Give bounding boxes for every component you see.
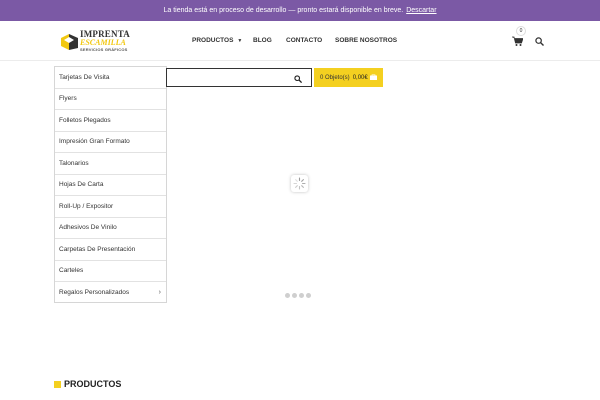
- category-item[interactable]: Carpetas De Presentación: [55, 239, 166, 261]
- loading-spinner-icon: [293, 177, 306, 190]
- cart-items-count: 0 Objeto(s): [320, 74, 350, 81]
- site-header: IMPRENTA ESCAMILLA SERVICIOS GRÁFICOS PR…: [0, 21, 600, 61]
- search-submit-icon[interactable]: [294, 75, 302, 83]
- category-item[interactable]: Roll-Up / Expositor: [55, 196, 166, 218]
- slider-dot[interactable]: [299, 293, 304, 298]
- slider-dot[interactable]: [306, 293, 311, 298]
- search-icon[interactable]: [535, 37, 544, 46]
- cart-count-badge: 0: [516, 26, 526, 36]
- nav-productos[interactable]: PRODUCTOS ▼: [192, 37, 242, 44]
- cart-total: 0,00€: [352, 74, 368, 81]
- bag-icon: [370, 74, 377, 80]
- mini-cart-button[interactable]: 0 Objeto(s) 0,00€: [314, 68, 383, 87]
- category-item[interactable]: Hojas De Carta: [55, 175, 166, 196]
- product-search-field: [166, 68, 312, 90]
- category-item-regalos[interactable]: Regalos Personalizados ›: [55, 282, 166, 304]
- nav-productos-label: PRODUCTOS: [192, 37, 234, 44]
- loading-spinner: [291, 175, 308, 192]
- category-item[interactable]: Folletos Plegados: [55, 110, 166, 132]
- nav-sobre-nosotros[interactable]: SOBRE NOSOTROS: [335, 37, 397, 44]
- category-item[interactable]: Flyers: [55, 89, 166, 110]
- slider-dot[interactable]: [285, 293, 290, 298]
- store-notice-text: La tienda está en proceso de desarrollo …: [163, 7, 404, 14]
- chevron-right-icon: ›: [158, 289, 161, 297]
- products-section-heading: PRODUCTOS: [54, 379, 121, 389]
- category-item[interactable]: Tarjetas De Visita: [55, 67, 166, 89]
- nav-contacto[interactable]: CONTACTO: [286, 37, 322, 44]
- logo-text-line2: ESCAMILLA: [80, 38, 126, 47]
- category-item[interactable]: Impresión Gran Formato: [55, 132, 166, 153]
- store-notice-bar: La tienda está en proceso de desarrollo …: [0, 0, 600, 21]
- slider-pagination: [285, 293, 311, 298]
- cart-icon[interactable]: [512, 36, 523, 46]
- search-input[interactable]: [167, 72, 311, 90]
- slider-dot[interactable]: [292, 293, 297, 298]
- heading-marker: [54, 380, 61, 388]
- logo-mark-icon: [61, 34, 78, 50]
- category-menu: Tarjetas De Visita Flyers Folletos Plega…: [54, 66, 167, 303]
- dismiss-notice-link[interactable]: Descartar: [406, 7, 436, 14]
- section-title: PRODUCTOS: [64, 379, 122, 389]
- caret-down-icon: ▼: [237, 38, 243, 44]
- logo-text-line3: SERVICIOS GRÁFICOS: [80, 47, 128, 52]
- category-item[interactable]: Adhesivos De Vinilo: [55, 218, 166, 239]
- category-item[interactable]: Talonarios: [55, 153, 166, 175]
- category-item[interactable]: Carteles: [55, 261, 166, 282]
- site-logo[interactable]: IMPRENTA ESCAMILLA SERVICIOS GRÁFICOS: [61, 30, 131, 55]
- nav-blog[interactable]: BLOG: [253, 37, 272, 44]
